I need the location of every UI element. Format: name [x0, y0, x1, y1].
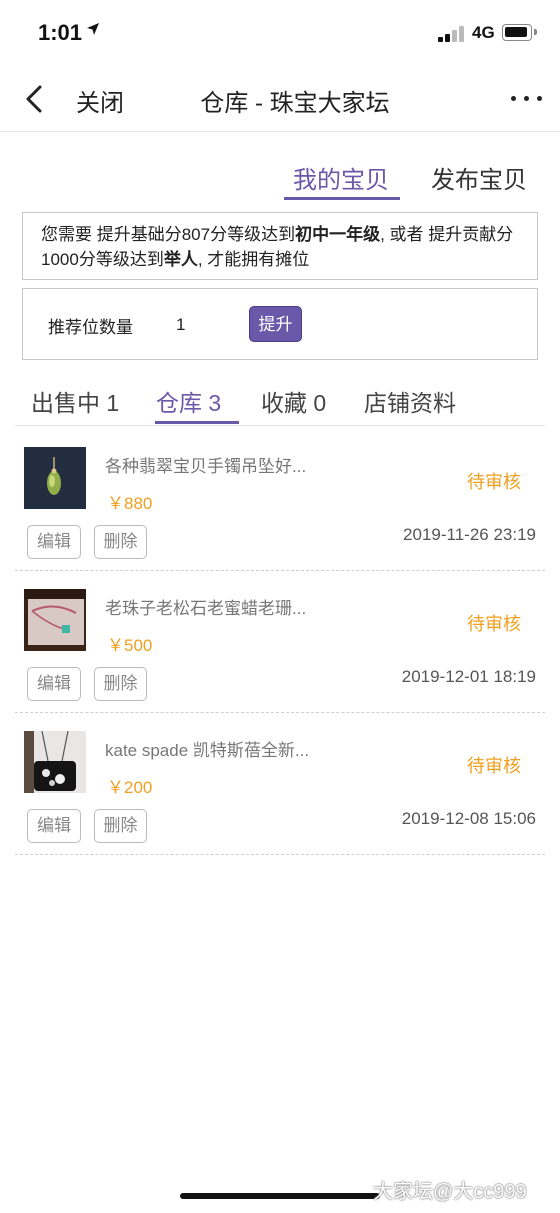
item-date: 2019-12-01 18:19 [401, 667, 536, 686]
tab-on-sale[interactable]: 出售中 1 [31, 384, 119, 418]
status-bar: 1:01 4G [0, 0, 560, 66]
item-price: ￥200 [107, 778, 153, 797]
edit-button[interactable]: 编辑 [27, 809, 81, 843]
location-arrow-icon [86, 22, 100, 41]
delete-button[interactable]: 删除 [94, 525, 147, 559]
item-title[interactable]: 各种翡翠宝贝手镯吊坠好... [105, 452, 306, 477]
delete-button[interactable]: 删除 [94, 809, 147, 843]
watermark: 大家坛@大cc999 [373, 1181, 527, 1203]
edit-button[interactable]: 编辑 [27, 525, 81, 559]
requirement-notice: 您需要 提升基础分807分等级达到初中一年级, 或者 提升贡献分1000分等级达… [22, 212, 538, 280]
active-tab-indicator [284, 197, 400, 200]
tab-publish-treasure[interactable]: 发布宝贝 [431, 160, 527, 195]
more-options-icon[interactable] [508, 96, 544, 104]
list-item[interactable]: 老珠子老松石老蜜蜡老珊... ￥500 待审核 编辑 删除 2019-12-01… [15, 570, 545, 713]
item-date: 2019-12-08 15:06 [401, 809, 536, 828]
top-tabs: 我的宝贝 发布宝贝 [0, 150, 560, 210]
item-thumbnail[interactable] [24, 731, 86, 793]
tab-shop-info[interactable]: 店铺资料 [364, 384, 456, 418]
store-tabs: 出售中 1 仓库 3 收藏 0 店铺资料 [15, 370, 545, 426]
home-indicator[interactable] [180, 1193, 380, 1199]
list-item[interactable]: 各种翡翠宝贝手镯吊坠好... ￥880 待审核 编辑 删除 2019-11-26… [15, 428, 545, 571]
item-price: ￥500 [107, 636, 153, 655]
active-store-tab-indicator [155, 421, 239, 424]
list-item[interactable]: kate spade 凯特斯蓓全新... ￥200 待审核 编辑 删除 2019… [15, 712, 545, 855]
item-thumbnail[interactable] [24, 589, 86, 651]
status-badge: 待审核 [467, 472, 521, 492]
tab-my-treasures[interactable]: 我的宝贝 [293, 160, 389, 195]
recommend-slot-box: 推荐位数量 1 提升 [22, 288, 538, 360]
notice-level-2: 举人 [163, 250, 198, 269]
delete-button[interactable]: 删除 [94, 667, 147, 701]
network-type: 4G [472, 23, 495, 42]
recommend-slot-label: 推荐位数量 [48, 318, 133, 337]
recommend-slot-count: 1 [176, 315, 186, 334]
battery-icon [502, 24, 537, 41]
page-title: 仓库 - 珠宝大家坛 [200, 90, 390, 117]
edit-button[interactable]: 编辑 [27, 667, 81, 701]
notice-level-1: 初中一年级 [295, 225, 381, 244]
tab-favorites[interactable]: 收藏 0 [261, 384, 326, 418]
upgrade-button[interactable]: 提升 [249, 306, 302, 342]
item-title[interactable]: kate spade 凯特斯蓓全新... [105, 736, 309, 761]
navbar: 关闭 仓库 - 珠宝大家坛 [0, 66, 560, 132]
item-price: ￥880 [107, 494, 153, 513]
page: 1:01 4G 关闭 仓库 - 珠宝大家坛 我的宝贝 发布宝贝 您需要 提升基础… [0, 0, 560, 1213]
cellular-signal-icon [438, 24, 468, 42]
item-thumbnail[interactable] [24, 447, 86, 509]
item-date: 2019-11-26 23:19 [403, 525, 536, 544]
status-badge: 待审核 [467, 756, 521, 776]
tab-warehouse[interactable]: 仓库 3 [156, 384, 221, 418]
notice-suffix: , 才能拥有摊位 [197, 250, 310, 269]
notice-prefix: 您需要 提升基础分807分等级达到 [41, 225, 296, 244]
status-time: 1:01 [38, 20, 83, 45]
item-title[interactable]: 老珠子老松石老蜜蜡老珊... [105, 594, 306, 619]
status-badge: 待审核 [467, 614, 521, 634]
